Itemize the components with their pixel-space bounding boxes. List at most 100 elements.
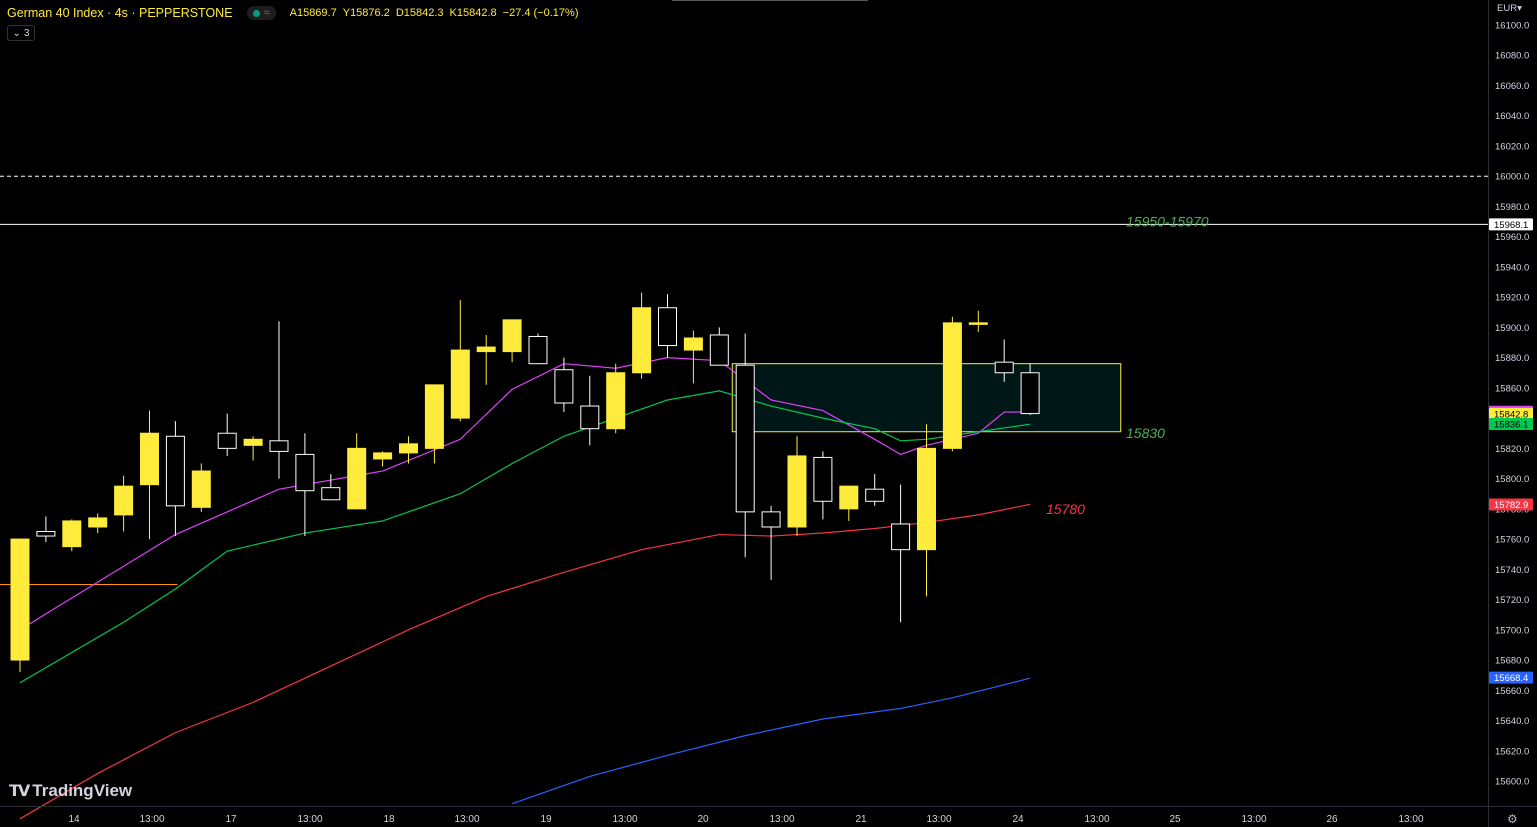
price-tick-label: 15940.0 [1495,262,1529,273]
tradingview-chart[interactable]: 15950-15970 15830 15780 16100.0 16080.0 16060… [0,0,1537,827]
price-badge-label: 15836.1 [1494,420,1528,431]
time-tick-label: 18 [383,814,395,825]
candle-body-16 [424,384,444,449]
price-tick-label: 15920.0 [1495,293,1529,304]
price-tick-label: 15800.0 [1495,474,1529,485]
time-tick-label: 13:00 [1084,814,1109,825]
gear-icon[interactable]: ⚙ [1507,812,1518,826]
symbol-title[interactable]: German 40 Index · 4s · PEPPERSTONE [7,6,233,20]
candle-body-9 [243,438,263,446]
time-tick-label: 13:00 [926,814,951,825]
candle-body-10 [269,440,289,452]
tradingview-logo[interactable]: 𝗧𝗩 TradingView [9,781,132,801]
moving-average-line-3 [511,677,1031,805]
time-tick-label: 20 [697,814,709,825]
tradingview-mark-icon: 𝗧𝗩 [9,783,30,800]
price-tick-label: 15760.0 [1495,535,1529,546]
ohlc-high: Y15876.2 [343,7,390,19]
high-value: 15876.2 [350,7,390,19]
time-tick-label: 13:00 [1398,814,1423,825]
candle-body-21 [554,369,574,404]
market-status-badge[interactable]: ≈ [246,6,276,20]
time-tick-label: 21 [855,814,867,825]
open-label: A [289,7,297,19]
price-tick-label: 15720.0 [1495,595,1529,606]
currency-selector[interactable]: EUR▾ [1497,3,1522,14]
close-value: 15842.8 [456,7,497,19]
candle-body-30 [787,455,807,528]
candle-body-12 [321,487,341,501]
candle-body-20 [528,335,548,365]
candle-body-24 [632,307,652,374]
time-tick-label: 13:00 [769,814,794,825]
candle-body-17 [450,349,470,419]
wave-icon: ≈ [263,7,270,19]
candle-body-15 [399,443,418,454]
candle-body-11 [295,453,315,492]
candle-body-4 [114,485,134,516]
candle-body-3 [88,517,108,528]
price-tick-label: 16060.0 [1495,81,1529,92]
candle-body-37 [968,322,988,325]
time-tick-label: 13:00 [612,814,637,825]
annotation-label-0: 15950-15970 [1126,214,1209,230]
low-label: D [395,7,404,19]
caret-down-icon: ▾ [1517,3,1522,14]
ohlc-low: D15842.3 [396,7,444,19]
support-zone-rect [731,363,1122,433]
candle-body-35 [917,447,936,551]
time-tick-label: 13:00 [297,814,322,825]
chevron-down-icon: ⌄ [12,27,21,39]
candle-body-18 [476,346,496,353]
candle-body-13 [347,447,367,510]
ohlc-change: −27.4 (−0.17%) [502,7,579,19]
candle-body-38 [994,361,1014,374]
time-tick-label: 14 [68,814,80,825]
candle-body-0 [10,538,30,661]
market-open-dot-icon [252,9,260,17]
high-label: Y [342,7,351,19]
time-tick-label: 24 [1012,814,1024,825]
price-tick-label: 15740.0 [1495,565,1529,576]
price-tick-label: 15980.0 [1495,202,1529,213]
ohlc-open: A15869.7 [290,7,337,19]
indicators-collapse-button[interactable]: ⌄ 3 [7,25,35,41]
price-tick-label: 15660.0 [1495,686,1529,697]
low-value: 15842.3 [403,7,444,19]
price-tick-label: 16080.0 [1495,51,1529,62]
candle-body-39 [1020,372,1040,415]
price-badge-label: 15968.1 [1494,220,1528,231]
price-tick-label: 16100.0 [1495,21,1529,32]
candle-body-27 [709,334,729,366]
candle-body-2 [62,520,82,548]
candle-body-19 [502,319,522,353]
candle-body-33 [865,488,885,502]
candle-body-8 [217,432,237,449]
candle-body-7 [191,470,211,508]
price-tick-label: 15680.0 [1495,656,1529,667]
time-tick-label: 13:00 [139,814,164,825]
candle-body-31 [813,456,833,502]
time-tick-label: 25 [1169,814,1181,825]
time-tick-label: 17 [225,814,237,825]
time-tick-label: 26 [1326,814,1338,825]
candle-body-6 [165,435,185,507]
annotation-label-1: 15830 [1126,425,1165,441]
price-tick-label: 16000.0 [1495,172,1529,183]
time-tick-label: 13:00 [1241,814,1266,825]
candle-body-25 [658,307,677,347]
price-tick-label: 15880.0 [1495,353,1529,364]
candle-body-29 [761,511,781,528]
candle-body-36 [942,322,962,449]
currency-label: EUR [1497,3,1518,14]
time-tick-label: 19 [540,814,552,825]
candle-body-22 [580,405,600,430]
candle-body-32 [839,485,859,510]
candle-body-28 [735,364,755,513]
price-tick-label: 15700.0 [1495,625,1529,636]
price-chart-canvas[interactable]: 15950-15970 15830 15780 16100.0 16080.0 16060… [0,0,1537,827]
indicators-count: 3 [23,27,30,39]
candle-body-5 [140,432,159,486]
symbol-legend: German 40 Index · 4s · PEPPERSTONE ≈ A15… [7,6,585,20]
price-tick-label: 15600.0 [1495,777,1529,788]
